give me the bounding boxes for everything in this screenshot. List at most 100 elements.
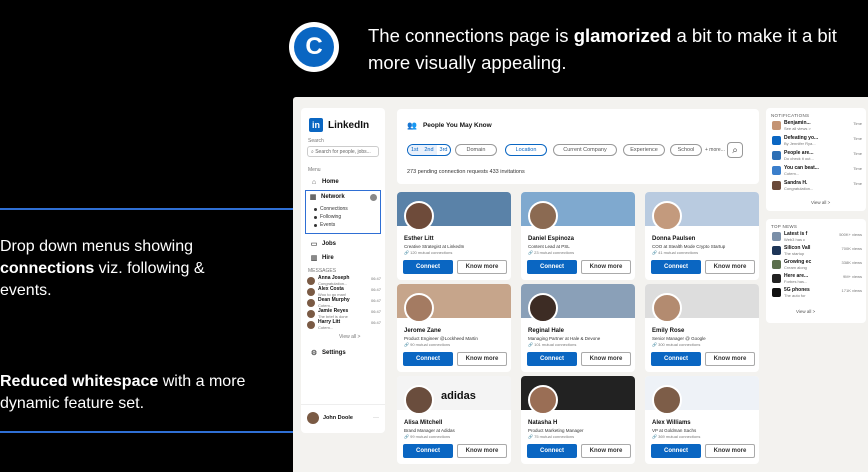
person-card: Emily Rose Senior Manager @ Google 🔗 300… <box>645 284 759 372</box>
person-title: COO at Stealth Mode Crypto Startup <box>652 244 726 249</box>
know-more-button[interactable]: Know more <box>581 352 631 366</box>
search-icon: ⌕ <box>732 144 738 156</box>
know-more-button[interactable]: Know more <box>457 352 507 366</box>
know-more-button[interactable]: Know more <box>705 260 755 274</box>
sidebar-item-jobs[interactable]: ▭ Jobs <box>310 239 385 249</box>
person-name[interactable]: Alisa Mitchell <box>404 420 442 426</box>
person-name[interactable]: Daniel Espinoza <box>528 236 574 242</box>
tab-2nd[interactable]: 2nd <box>421 145 437 155</box>
news-thumb <box>772 288 781 297</box>
know-more-button[interactable]: Know more <box>705 352 755 366</box>
chevron-down-icon[interactable] <box>370 193 377 201</box>
brand-name: LinkedIn <box>328 119 370 131</box>
sidebar-item-home[interactable]: ⌂ Home <box>310 177 385 187</box>
know-more-button[interactable]: Know more <box>581 260 631 274</box>
news-header: TOP NEWS <box>771 224 798 229</box>
filter-search-button[interactable]: ⌕ <box>727 142 743 158</box>
person-card: Donna Paulsen COO at Stealth Mode Crypto… <box>645 192 759 280</box>
callout-note-dropdowns: Drop down menus showing connections viz.… <box>0 238 205 299</box>
connect-button[interactable]: Connect <box>403 352 453 366</box>
news-thumb <box>772 274 781 283</box>
tab-1st[interactable]: 1st <box>408 145 422 155</box>
sidebar-item-settings[interactable]: ⚙ Settings <box>310 348 385 358</box>
news-view-all[interactable]: View all > <box>796 309 815 314</box>
filter-domain[interactable]: Domain <box>455 144 497 156</box>
avatar <box>404 201 434 231</box>
gear-icon: ⚙ <box>310 350 318 357</box>
more-filters[interactable]: + more... <box>705 147 725 153</box>
notifications-view-all[interactable]: View all > <box>811 200 830 205</box>
news-item[interactable]: Growing ec Cream along 338K views <box>772 260 862 270</box>
news-item[interactable]: Latest is f Web3 has c 500K+ views <box>772 232 862 242</box>
know-more-button[interactable]: Know more <box>705 444 755 458</box>
user-profile[interactable]: John Doole ··· <box>301 404 385 430</box>
filter-current-company[interactable]: Current Company <box>553 144 617 156</box>
pymk-panel: 👥 People You May Know 1st 2nd 3rd Domain … <box>397 109 759 184</box>
connect-button[interactable]: Connect <box>403 260 453 274</box>
person-card: Natasha H Product Marketing Manager 🔗 75… <box>521 376 635 464</box>
sidebar-subitem-events[interactable]: Events <box>314 221 377 229</box>
degree-filter: 1st 2nd 3rd <box>407 144 452 156</box>
person-card: Jerome Zane Product Engineer @Lockheed M… <box>397 284 511 372</box>
person-name[interactable]: Donna Paulsen <box>652 236 695 242</box>
sidebar-item-network[interactable]: ▦ Network <box>309 193 377 201</box>
notification-thumb <box>772 181 781 190</box>
search-input[interactable]: ⌕ Search for people, jobs... <box>307 146 379 157</box>
connect-button[interactable]: Connect <box>651 352 701 366</box>
connect-button[interactable]: Connect <box>651 444 701 458</box>
notification-item[interactable]: People are... Do check it out... Time <box>772 151 862 161</box>
person-card: adidas Alisa Mitchell Brand Manager at A… <box>397 376 511 464</box>
callout-headline: The connections page is glamorized a bit… <box>368 25 837 73</box>
avatar <box>307 321 315 329</box>
messages-view-all[interactable]: View all > <box>339 334 385 340</box>
network-dropdown: ▦ Network Connections Following Events <box>305 190 381 234</box>
news-item[interactable]: Silicon Vall The startup 700K views <box>772 246 862 256</box>
avatar <box>652 201 682 231</box>
sidebar-subitem-connections[interactable]: Connections <box>314 205 377 213</box>
app-window: in LinkedIn Search ⌕ Search for people, … <box>293 97 868 472</box>
brand[interactable]: in LinkedIn <box>309 118 385 132</box>
know-more-button[interactable]: Know more <box>457 444 507 458</box>
tab-3rd[interactable]: 3rd <box>437 145 451 155</box>
filter-location[interactable]: Location <box>505 144 547 156</box>
person-card: Esther Litt Creative Strategist at Linke… <box>397 192 511 280</box>
mutual-connections: 🔗 369 mutual connections <box>652 434 701 439</box>
avatar <box>528 201 558 231</box>
mutual-connections: 🔗 101 mutual connections <box>528 342 577 347</box>
home-icon: ⌂ <box>311 178 317 186</box>
connect-button[interactable]: Connect <box>527 352 577 366</box>
know-more-button[interactable]: Know more <box>457 260 507 274</box>
more-options-icon[interactable]: ··· <box>373 415 379 421</box>
connect-button[interactable]: Connect <box>527 444 577 458</box>
pending-requests[interactable]: 273 pending connection requests 433 invi… <box>407 169 525 175</box>
sidebar-item-hire[interactable]: ▥ Hire <box>310 253 385 263</box>
person-title: Managing Partner at Hale & Devone <box>528 336 601 341</box>
notification-thumb <box>772 166 781 175</box>
person-title: Product Engineer @Lockheed Martin <box>404 336 478 341</box>
person-name[interactable]: Emily Rose <box>652 328 684 334</box>
connect-button[interactable]: Connect <box>651 260 701 274</box>
sidebar-subitem-following[interactable]: Following <box>314 213 377 221</box>
message-item[interactable]: Harry Litt Cotem... 06:47 <box>307 320 381 331</box>
notification-item[interactable]: Sandra H. Congratulation... Time <box>772 181 862 191</box>
person-name[interactable]: Reginal Hale <box>528 328 564 334</box>
connect-button[interactable]: Connect <box>403 444 453 458</box>
linkedin-logo-icon: in <box>309 118 323 132</box>
news-item[interactable]: Here are... Forbes has... 9M+ views <box>772 274 862 284</box>
avatar <box>307 299 315 307</box>
notification-item[interactable]: Defeating yo... By Jennifer Rya... Time <box>772 136 862 146</box>
know-more-button[interactable]: Know more <box>581 444 631 458</box>
notification-thumb <box>772 136 781 145</box>
filter-experience[interactable]: Experience <box>623 144 665 156</box>
avatar <box>652 293 682 323</box>
notification-item[interactable]: Benjamin... See all views > Time <box>772 121 862 131</box>
news-item[interactable]: 5G phones The auto for 171K views <box>772 288 862 298</box>
person-name[interactable]: Alex Williams <box>652 420 691 426</box>
filter-school[interactable]: School <box>670 144 702 156</box>
person-name[interactable]: Natasha H <box>528 420 557 426</box>
search-label: Search <box>308 138 324 144</box>
person-name[interactable]: Esther Litt <box>404 236 434 242</box>
notification-item[interactable]: You can beat... Cotem... Time <box>772 166 862 176</box>
connect-button[interactable]: Connect <box>527 260 577 274</box>
person-name[interactable]: Jerome Zane <box>404 328 441 334</box>
